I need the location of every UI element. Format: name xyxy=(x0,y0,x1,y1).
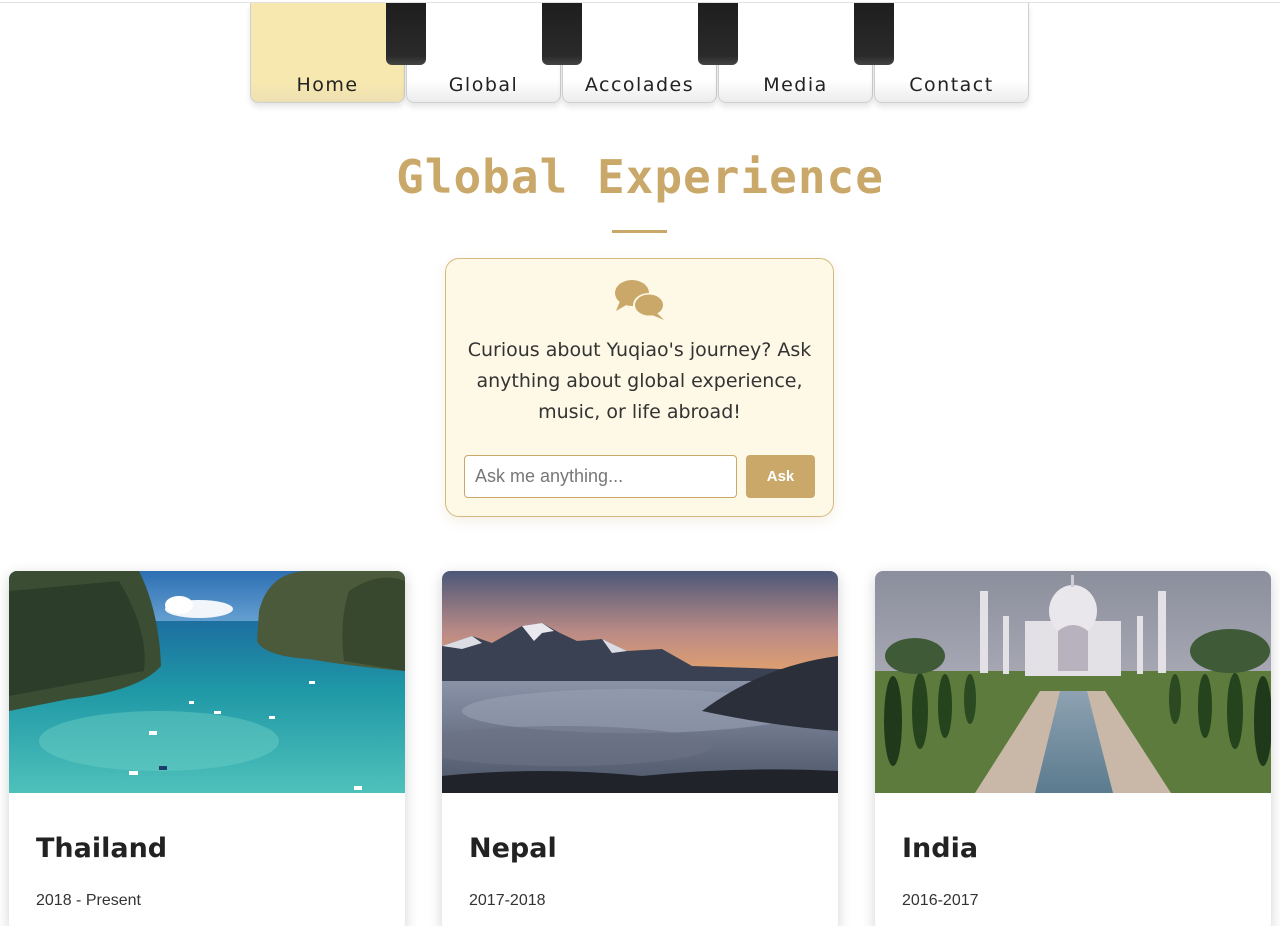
nav-label: Contact xyxy=(909,74,994,96)
ask-card: Curious about Yuqiao's journey? Ask anyt… xyxy=(445,258,834,517)
ask-button[interactable]: Ask xyxy=(746,455,815,498)
card-title: Thailand xyxy=(36,833,168,864)
nepal-photo xyxy=(442,571,838,793)
ask-prompt: Curious about Yuqiao's journey? Ask anyt… xyxy=(467,339,812,423)
country-card-india[interactable]: India 2016-2017 xyxy=(875,571,1271,926)
nav-contact[interactable]: Contact xyxy=(874,3,1029,103)
piano-black-key xyxy=(542,3,582,65)
nav-media[interactable]: Media xyxy=(718,3,873,103)
title-underline xyxy=(612,230,667,233)
nav-home[interactable]: Home xyxy=(250,3,405,103)
card-title: India xyxy=(902,833,979,864)
piano-black-key xyxy=(698,3,738,65)
card-years: 2018 - Present xyxy=(36,892,141,909)
nav-label: Accolades xyxy=(584,74,695,96)
nav-label: Media xyxy=(763,74,828,96)
nav-accolades[interactable]: Accolades xyxy=(562,3,717,103)
card-years: 2017-2018 xyxy=(469,892,546,909)
page-title: Global Experience xyxy=(396,150,884,204)
nav-label: Global xyxy=(448,74,519,96)
nav-label: Home xyxy=(296,74,359,96)
piano-black-key xyxy=(854,3,894,65)
card-years: 2016-2017 xyxy=(902,892,979,909)
nav-global[interactable]: Global xyxy=(406,3,561,103)
chat-bubbles-icon xyxy=(615,280,665,320)
card-title: Nepal xyxy=(469,833,557,864)
piano-nav: Home Global Accolades Media Contact xyxy=(250,3,1029,104)
country-card-nepal[interactable]: Nepal 2017-2018 xyxy=(442,571,838,926)
piano-black-key xyxy=(386,3,426,65)
india-photo xyxy=(875,571,1271,793)
ask-input[interactable] xyxy=(464,455,737,498)
country-card-thailand[interactable]: Thailand 2018 - Present xyxy=(9,571,405,926)
thailand-photo xyxy=(9,571,405,793)
